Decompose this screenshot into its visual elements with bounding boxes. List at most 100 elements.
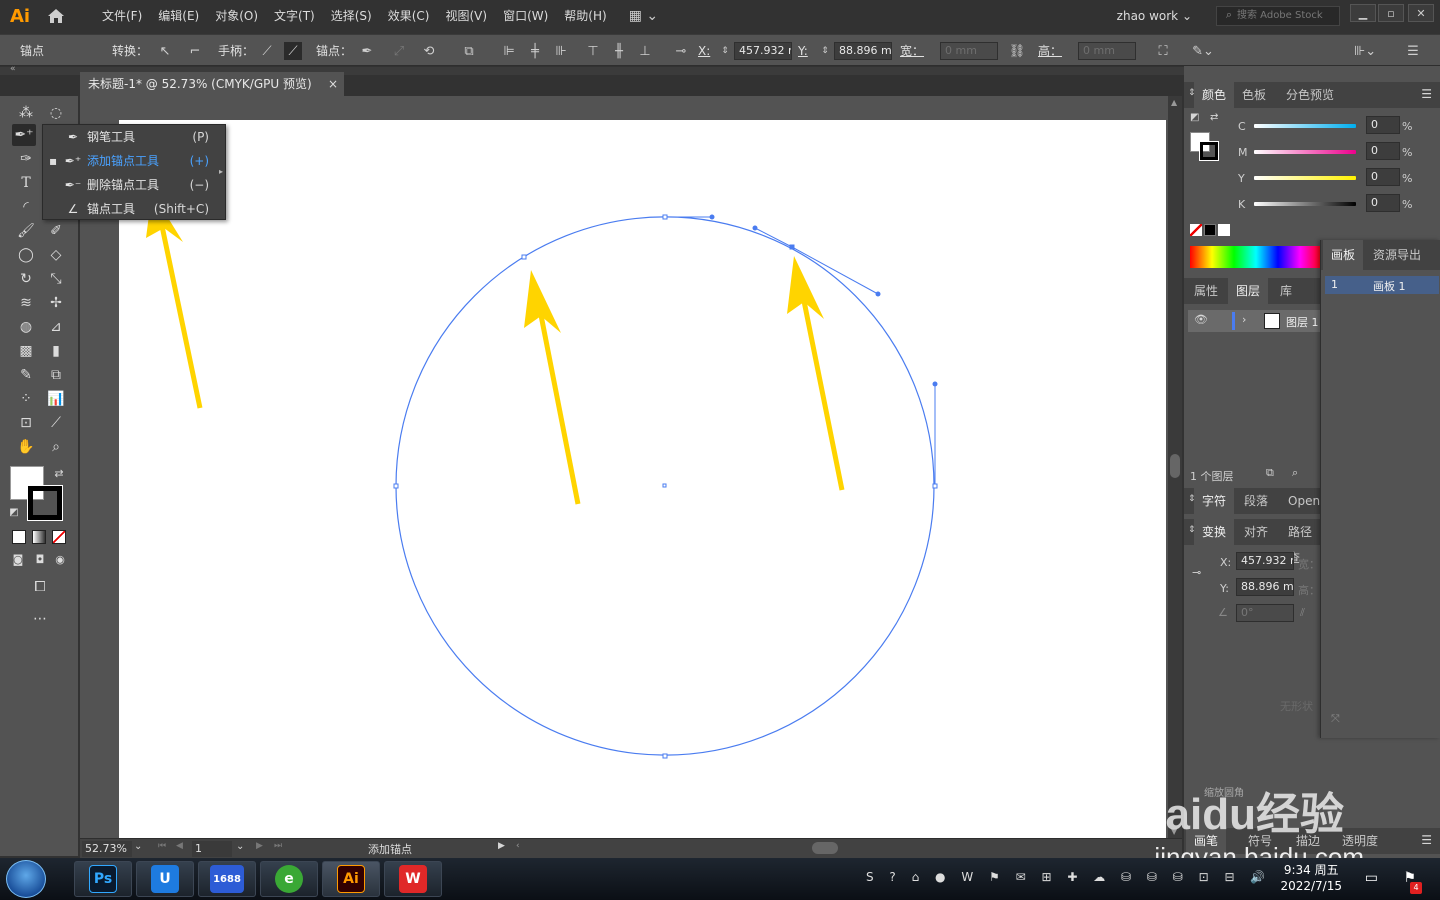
artboard-number-field[interactable]: 1	[192, 841, 232, 857]
tab-asset-export[interactable]: 资源导出	[1365, 240, 1429, 270]
clock-date: 2022/7/15	[1280, 879, 1342, 893]
taskbar-photoshop[interactable]: Ps	[74, 861, 132, 897]
color-stroke-swatch[interactable]	[1199, 141, 1219, 161]
status-text[interactable]: 添加锚点	[368, 841, 412, 857]
next-artboard-icon[interactable]: ▶	[256, 841, 263, 851]
flyout-item-anchor-point[interactable]: ∠ 锚点工具 (Shift+C)	[43, 197, 219, 221]
layer-count: 1 个图层	[1190, 470, 1234, 483]
tab-paragraph[interactable]: 段落	[1236, 488, 1276, 514]
add-anchor-icon: ✒⁺	[64, 154, 82, 168]
transform-w-label: 宽：	[1298, 558, 1320, 571]
tab-align[interactable]: 对齐	[1236, 519, 1276, 545]
scroll-up-icon[interactable]: ▲	[1171, 98, 1177, 107]
white-swatch[interactable]	[1218, 224, 1230, 236]
handle-point	[752, 225, 758, 231]
taskbar: Ps U 1688 e Ai W S ? ⌂ ● W ⚑ ✉ ⊞ ✚ ☁ ⛁ ⛁…	[0, 858, 1440, 900]
locate-object-icon[interactable]: ⌕	[1292, 466, 1298, 480]
clock-time: 9:34 周五	[1283, 863, 1339, 877]
channel-m-slider[interactable]	[1254, 150, 1356, 154]
photoshop-icon: Ps	[89, 865, 117, 893]
artboard-row[interactable]: 1 画板 1	[1325, 276, 1439, 294]
tab-transform[interactable]: 变换	[1194, 519, 1235, 545]
channel-y-field[interactable]: 0	[1366, 168, 1400, 186]
tab-artboards[interactable]: 画板	[1323, 240, 1364, 270]
tab-swatches[interactable]: 色板	[1234, 82, 1274, 108]
transform-x-field[interactable]: 457.932 m	[1236, 552, 1294, 570]
prev-artboard-icon[interactable]: ◀	[176, 841, 183, 851]
channel-m-unit: %	[1402, 146, 1413, 159]
angle-field[interactable]: 0°	[1236, 604, 1294, 622]
hscroll-thumb[interactable]	[812, 842, 838, 854]
taskbar-1688[interactable]: 1688	[198, 861, 256, 897]
taskbar-browser[interactable]: e	[260, 861, 318, 897]
black-swatch[interactable]	[1204, 224, 1216, 236]
flyout-item-pen[interactable]: ✒ 钢笔工具 (P)	[43, 125, 219, 149]
status-menu-icon[interactable]: ▶	[498, 841, 505, 851]
start-button[interactable]	[6, 860, 46, 898]
layer-row[interactable]: 👁 › 图层 1	[1188, 310, 1320, 332]
layers-panel-tabs: 属性 图层 库	[1184, 278, 1320, 304]
transform-y-field[interactable]: 88.896 mr	[1236, 578, 1294, 596]
anchor-point	[662, 753, 668, 759]
rearrange-artboards-icon[interactable]: ⤧	[1331, 712, 1340, 726]
tab-separations[interactable]: 分色预览	[1278, 82, 1342, 108]
wps-icon: W	[399, 865, 427, 893]
zoom-dropdown-icon[interactable]: ⌄	[134, 841, 142, 852]
transform-x-label: X:	[1220, 556, 1232, 569]
channel-k-label: K	[1238, 198, 1246, 211]
color-panel-menu-icon[interactable]: ☰	[1421, 87, 1432, 101]
action-center-icon[interactable]: ▭	[1365, 870, 1378, 886]
tear-off-icon[interactable]: ▸	[219, 167, 223, 176]
handle-point	[709, 214, 715, 220]
brushes-menu-icon[interactable]: ☰	[1421, 833, 1432, 847]
expand-layer-icon[interactable]: ›	[1242, 313, 1246, 326]
flyout-item-add-anchor[interactable]: ▪ ✒⁺ 添加锚点工具 (+)	[43, 149, 219, 173]
last-artboard-icon[interactable]: ⏭	[274, 841, 282, 851]
tab-libraries[interactable]: 库	[1272, 278, 1300, 304]
zoom-field[interactable]: 52.73%	[82, 841, 132, 857]
channel-c-field[interactable]: 0	[1366, 116, 1400, 134]
small-swap-icon[interactable]: ⇄	[1210, 112, 1218, 123]
visibility-eye-icon[interactable]: 👁	[1194, 313, 1208, 326]
artboard-dropdown-icon[interactable]: ⌄	[236, 841, 244, 852]
none-swatch[interactable]	[1190, 224, 1202, 236]
taskbar-illustrator[interactable]: Ai	[322, 861, 380, 897]
channel-c-slider[interactable]	[1254, 124, 1356, 128]
layer-thumbnail	[1264, 313, 1280, 329]
selected-bullet-icon: ▪	[49, 154, 58, 168]
flyout-item-delete-anchor[interactable]: ✒⁻ 删除锚点工具 (−)	[43, 173, 219, 197]
tray-icons[interactable]: S ? ⌂ ● W ⚑ ✉ ⊞ ✚ ☁ ⛁ ⛁ ⛁ ⊡ ⊟ 🔊	[866, 870, 1266, 884]
channel-y-slider[interactable]	[1254, 176, 1356, 180]
small-default-icon[interactable]: ◩	[1190, 112, 1199, 123]
color-spectrum[interactable]	[1190, 246, 1322, 268]
first-artboard-icon[interactable]: ⏮	[158, 841, 166, 851]
scroll-thumb[interactable]	[1170, 454, 1180, 478]
reference-point-icon[interactable]: ⊸	[1192, 566, 1201, 579]
tab-layers[interactable]: 图层	[1228, 278, 1269, 304]
taskbar-app-u[interactable]: U	[136, 861, 194, 897]
tab-character[interactable]: 字符	[1194, 488, 1235, 514]
taskbar-wps[interactable]: W	[384, 861, 442, 897]
tab-properties[interactable]: 属性	[1186, 278, 1226, 304]
channel-k-field[interactable]: 0	[1366, 194, 1400, 212]
vertical-scrollbar[interactable]: ▲ ▼	[1168, 96, 1182, 838]
handle-point	[875, 291, 881, 297]
transform-panel-tabs: ⇕ 变换 对齐 路径查	[1184, 519, 1320, 565]
tab-color[interactable]: 颜色	[1194, 82, 1235, 108]
artboard-row-name: 画板 1	[1373, 280, 1406, 293]
alibaba-1688-icon: 1688	[210, 865, 244, 893]
channel-y-unit: %	[1402, 172, 1413, 185]
transform-y-label: Y:	[1220, 582, 1229, 595]
hscroll-left-icon[interactable]: ‹	[516, 841, 520, 851]
tab-pathfinder[interactable]: 路径查	[1280, 519, 1320, 565]
pen-icon: ✒	[67, 130, 79, 144]
channel-m-field[interactable]: 0	[1366, 142, 1400, 160]
shear-icon: ⫽	[1300, 606, 1305, 619]
anchor-point	[662, 214, 668, 220]
handle-point	[932, 381, 938, 387]
annotation-arrow	[787, 256, 845, 491]
collect-export-icon[interactable]: ⧉	[1266, 466, 1274, 480]
channel-y-label: Y	[1238, 172, 1245, 185]
channel-k-slider[interactable]	[1254, 202, 1356, 206]
taskbar-clock[interactable]: 9:34 周五 2022/7/15	[1280, 862, 1342, 894]
